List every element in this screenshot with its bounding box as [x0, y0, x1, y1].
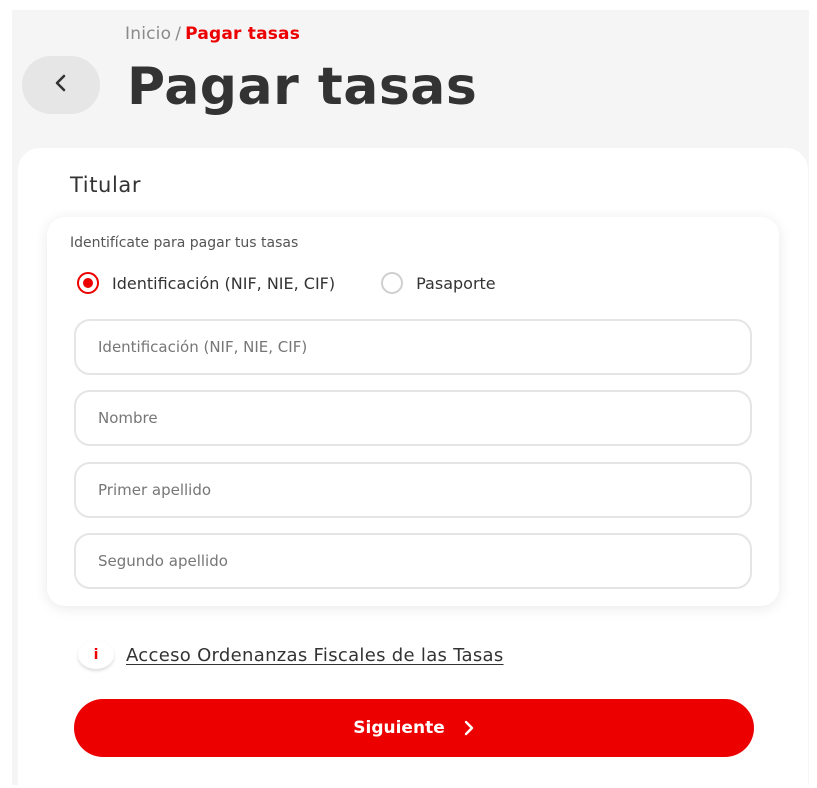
info-icon: i	[78, 641, 114, 669]
breadcrumb-home[interactable]: Inicio	[125, 24, 171, 44]
radio-pasaporte[interactable]: Pasaporte	[381, 272, 496, 294]
chevron-left-icon	[54, 73, 68, 97]
identificacion-input[interactable]	[74, 319, 752, 375]
primer-apellido-input[interactable]	[74, 462, 752, 518]
segundo-apellido-input[interactable]	[74, 533, 752, 589]
form-instruction: Identifícate para pagar tus tasas	[70, 235, 299, 251]
id-type-radio-group: Identificación (NIF, NIE, CIF) Pasaporte	[77, 272, 496, 294]
next-button-label: Siguiente	[353, 718, 445, 738]
chevron-right-icon	[463, 719, 475, 737]
titular-form: Identifícate para pagar tus tasas Identi…	[47, 217, 779, 606]
breadcrumb-separator: /	[175, 24, 182, 44]
next-button[interactable]: Siguiente	[74, 699, 754, 757]
radio-label: Identificación (NIF, NIE, CIF)	[112, 273, 336, 293]
radio-identificacion[interactable]: Identificación (NIF, NIE, CIF)	[77, 272, 335, 294]
radio-selected-icon	[77, 272, 99, 294]
breadcrumb-current: Pagar tasas	[185, 24, 301, 44]
breadcrumb: Inicio / Pagar tasas	[125, 24, 300, 44]
form-card: Titular Identifícate para pagar tus tasa…	[18, 148, 808, 788]
back-button[interactable]	[22, 56, 100, 114]
radio-label: Pasaporte	[416, 273, 496, 293]
nombre-input[interactable]	[74, 390, 752, 446]
page: Inicio / Pagar tasas Pagar tasas Titular I…	[12, 10, 809, 788]
section-title: Titular	[70, 173, 142, 197]
ordenanzas-fiscales-link[interactable]: Acceso Ordenanzas Fiscales de las Tasas	[126, 645, 504, 666]
radio-unselected-icon	[381, 272, 404, 294]
page-title: Pagar tasas	[127, 57, 478, 117]
ordenanzas-info-row: i Acceso Ordenanzas Fiscales de las Tasa…	[78, 641, 504, 669]
